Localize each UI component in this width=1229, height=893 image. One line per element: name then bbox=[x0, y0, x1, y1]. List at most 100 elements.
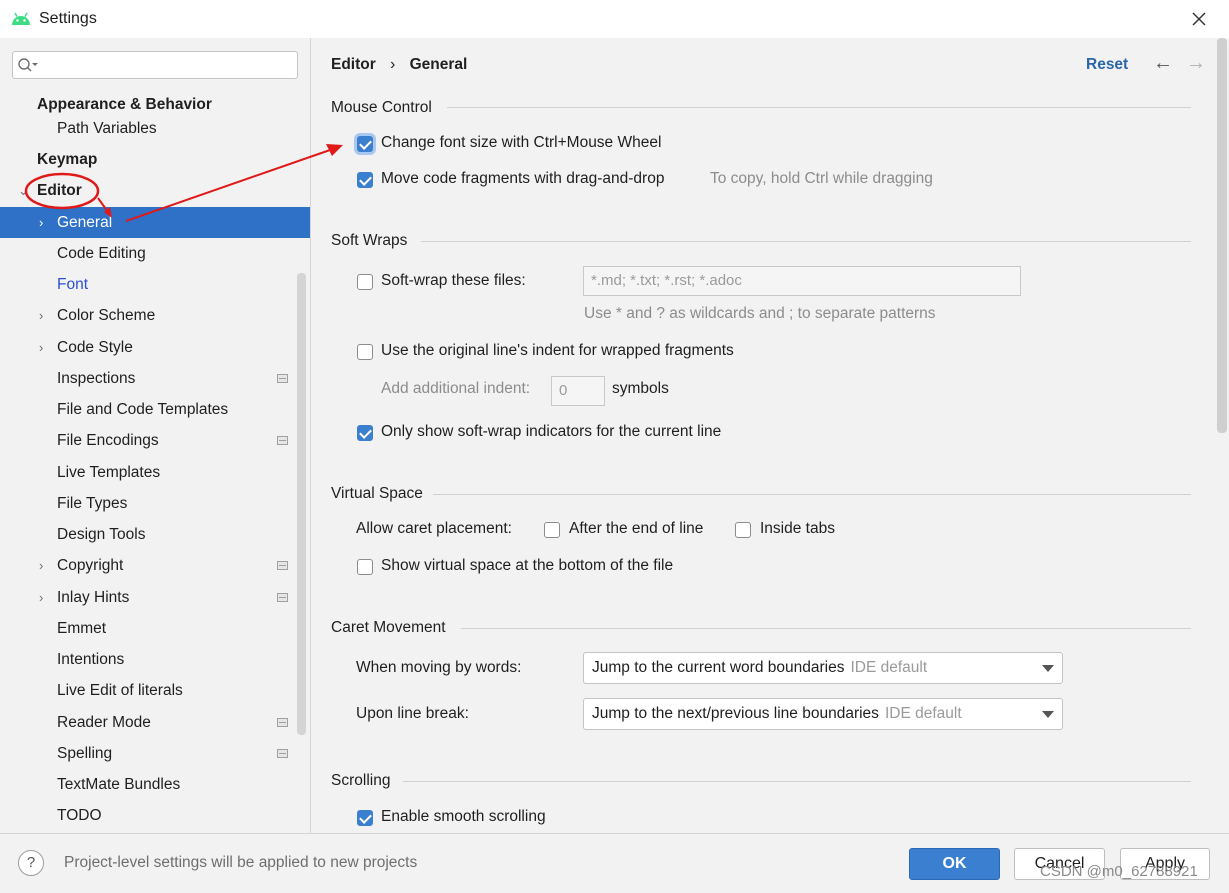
inside-tabs-label[interactable]: Inside tabs bbox=[760, 520, 835, 538]
moving-by-words-hint: IDE default bbox=[850, 659, 928, 676]
sidebar-scrollbar[interactable] bbox=[297, 273, 306, 735]
chevron-right-icon[interactable]: › bbox=[39, 300, 43, 331]
sidebar-item-label: Keymap bbox=[37, 151, 98, 168]
project-settings-icon bbox=[277, 718, 288, 727]
sidebar-item-file-code-templates[interactable]: File and Code Templates bbox=[0, 394, 297, 425]
line-break-value: Jump to the next/previous line boundarie… bbox=[592, 705, 879, 722]
soft-wrap-files-checkbox[interactable] bbox=[357, 274, 373, 290]
sidebar-item-file-encodings[interactable]: File Encodings bbox=[0, 425, 297, 456]
sidebar-item-editor[interactable]: ⌄ Editor bbox=[0, 175, 297, 206]
sidebar-item-inspections[interactable]: Inspections bbox=[0, 363, 297, 394]
sidebar-item-textmate-bundles[interactable]: TextMate Bundles bbox=[0, 769, 297, 800]
help-icon[interactable]: ? bbox=[18, 850, 44, 876]
close-icon[interactable] bbox=[1184, 4, 1214, 34]
original-indent-label[interactable]: Use the original line's indent for wrapp… bbox=[381, 342, 734, 360]
sidebar-item-font[interactable]: Font bbox=[0, 269, 297, 300]
chevron-right-icon[interactable]: › bbox=[39, 550, 43, 581]
smooth-scrolling-label[interactable]: Enable smooth scrolling bbox=[381, 808, 546, 826]
sidebar-item-label: Live Edit of literals bbox=[57, 682, 183, 699]
section-virtual-space: Virtual Space bbox=[331, 485, 423, 502]
section-soft-wraps: Soft Wraps bbox=[331, 232, 408, 249]
after-end-of-line-label[interactable]: After the end of line bbox=[569, 520, 703, 538]
moving-by-words-label: When moving by words: bbox=[356, 659, 522, 676]
sidebar-item-label: File and Code Templates bbox=[57, 401, 229, 418]
sidebar-item-design-tools[interactable]: Design Tools bbox=[0, 519, 297, 550]
sidebar-item-label: TODO bbox=[57, 807, 102, 824]
soft-wrap-files-input[interactable]: *.md; *.txt; *.rst; *.adoc bbox=[583, 266, 1021, 296]
font-size-wheel-checkbox[interactable] bbox=[357, 136, 373, 152]
line-break-hint: IDE default bbox=[884, 705, 962, 722]
settings-content: Editor › General Reset ← → Mouse Control… bbox=[311, 38, 1229, 833]
drag-drop-checkbox[interactable] bbox=[357, 172, 373, 188]
project-settings-icon bbox=[277, 561, 288, 570]
line-break-dropdown[interactable]: Jump to the next/previous line boundarie… bbox=[583, 698, 1063, 730]
content-scrollbar[interactable] bbox=[1217, 38, 1227, 433]
drag-drop-label[interactable]: Move code fragments with drag-and-drop bbox=[381, 170, 664, 188]
sidebar-item-general[interactable]: › General bbox=[0, 207, 310, 238]
sidebar-item-label: Emmet bbox=[57, 620, 107, 637]
sidebar-item-emmet[interactable]: Emmet bbox=[0, 613, 297, 644]
sidebar-item-copyright[interactable]: › Copyright bbox=[0, 550, 297, 581]
sidebar-item-intentions[interactable]: Intentions bbox=[0, 644, 297, 675]
chevron-down-icon[interactable]: ⌄ bbox=[18, 175, 29, 206]
sidebar-item-label: TextMate Bundles bbox=[57, 776, 181, 793]
sidebar-item-code-editing[interactable]: Code Editing bbox=[0, 238, 297, 269]
forward-arrow-icon[interactable]: → bbox=[1186, 52, 1206, 75]
sidebar-item-spelling[interactable]: Spelling bbox=[0, 738, 297, 769]
original-indent-checkbox[interactable] bbox=[357, 344, 373, 360]
moving-by-words-value: Jump to the current word boundaries bbox=[592, 659, 845, 676]
sidebar-item-label: General bbox=[57, 214, 113, 231]
ok-button[interactable]: OK bbox=[909, 848, 1000, 880]
chevron-right-icon[interactable]: › bbox=[39, 207, 43, 238]
back-arrow-icon[interactable]: ← bbox=[1153, 52, 1173, 75]
line-break-label: Upon line break: bbox=[356, 705, 469, 722]
sidebar-item-code-style[interactable]: › Code Style bbox=[0, 332, 297, 363]
sidebar-item-live-edit-literals[interactable]: Live Edit of literals bbox=[0, 675, 297, 706]
reset-link[interactable]: Reset bbox=[1086, 56, 1128, 74]
sidebar-item-color-scheme[interactable]: › Color Scheme bbox=[0, 300, 297, 331]
additional-indent-input[interactable]: 0 bbox=[551, 376, 605, 406]
search-input[interactable] bbox=[12, 51, 298, 79]
virtual-space-bottom-checkbox[interactable] bbox=[357, 559, 373, 575]
breadcrumb-parent[interactable]: Editor bbox=[331, 56, 376, 73]
chevron-right-icon[interactable]: › bbox=[39, 582, 43, 613]
soft-wrap-files-label[interactable]: Soft-wrap these files: bbox=[381, 272, 526, 290]
sidebar-item-keymap[interactable]: Keymap bbox=[0, 144, 297, 175]
sidebar-item-inlay-hints[interactable]: › Inlay Hints bbox=[0, 582, 297, 613]
sidebar-item-path-variables[interactable]: Path Variables bbox=[0, 113, 297, 144]
after-end-of-line-checkbox[interactable] bbox=[544, 522, 560, 538]
dropdown-arrow-icon bbox=[1042, 665, 1054, 672]
watermark: CSDN @m0_62788921 bbox=[1040, 863, 1198, 880]
sidebar-item-label: Reader Mode bbox=[57, 714, 151, 731]
sidebar-item-label: Design Tools bbox=[57, 526, 146, 543]
section-caret-movement: Caret Movement bbox=[331, 619, 446, 636]
section-scrolling: Scrolling bbox=[331, 772, 391, 789]
virtual-space-bottom-label[interactable]: Show virtual space at the bottom of the … bbox=[381, 557, 673, 575]
sidebar-item-label: Code Style bbox=[57, 339, 133, 356]
chevron-right-icon[interactable]: › bbox=[39, 332, 43, 363]
section-divider bbox=[447, 107, 1191, 108]
sidebar-item-live-templates[interactable]: Live Templates bbox=[0, 457, 297, 488]
settings-sidebar: Appearance & Behavior Path Variables Key… bbox=[0, 38, 311, 833]
sidebar-item-label: File Types bbox=[57, 495, 128, 512]
dropdown-arrow-icon bbox=[1042, 711, 1054, 718]
sidebar-item-label: File Encodings bbox=[57, 432, 159, 449]
additional-indent-label: Add additional indent: bbox=[381, 380, 531, 397]
soft-wrap-indicators-checkbox[interactable] bbox=[357, 425, 373, 441]
moving-by-words-dropdown[interactable]: Jump to the current word boundaries IDE d… bbox=[583, 652, 1063, 684]
android-icon bbox=[12, 12, 30, 25]
symbols-label: symbols bbox=[612, 380, 669, 397]
inside-tabs-checkbox[interactable] bbox=[735, 522, 751, 538]
project-settings-icon bbox=[277, 749, 288, 758]
project-settings-icon bbox=[277, 593, 288, 602]
smooth-scrolling-checkbox[interactable] bbox=[357, 810, 373, 826]
font-size-wheel-label[interactable]: Change font size with Ctrl+Mouse Wheel bbox=[381, 134, 661, 152]
sidebar-item-label: Spelling bbox=[57, 745, 113, 762]
section-divider bbox=[433, 494, 1191, 495]
sidebar-item-file-types[interactable]: File Types bbox=[0, 488, 297, 519]
section-mouse-control: Mouse Control bbox=[331, 99, 432, 116]
sidebar-item-todo[interactable]: TODO bbox=[0, 800, 297, 831]
sidebar-item-reader-mode[interactable]: Reader Mode bbox=[0, 707, 297, 738]
window-title: Settings bbox=[39, 10, 97, 27]
soft-wrap-indicators-label[interactable]: Only show soft-wrap indicators for the c… bbox=[381, 423, 721, 441]
